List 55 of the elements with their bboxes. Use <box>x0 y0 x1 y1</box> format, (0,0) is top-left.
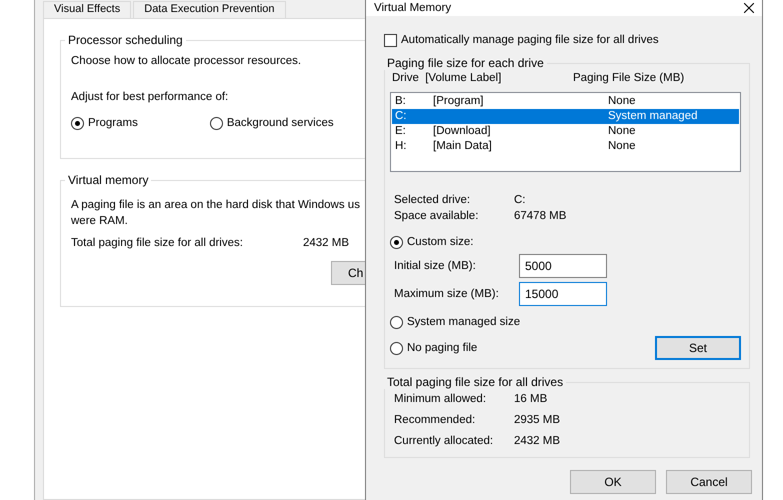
group-title: Total paging file size for all drives <box>386 375 564 389</box>
checkbox[interactable] <box>384 34 397 46</box>
total-value: 2935 MB <box>514 413 562 428</box>
info-value: C: <box>514 193 526 208</box>
total-value: 16 MB <box>514 392 548 407</box>
radio-label: Background services <box>226 116 334 131</box>
radio-option[interactable]: Custom size: <box>390 234 741 250</box>
radio-option[interactable]: No paging file <box>390 340 478 356</box>
column-header: Paging File Size (MB) <box>573 71 686 86</box>
radio-label: Custom size: <box>407 235 474 250</box>
total-label: Total paging file size for all drives: <box>71 236 244 251</box>
radio-icon[interactable] <box>390 342 403 354</box>
group-title: Processor scheduling <box>67 33 184 47</box>
radio-label: System managed size <box>407 315 520 330</box>
total-value: 2432 MB <box>303 236 350 251</box>
radio-label: Programs <box>88 116 138 131</box>
size-field[interactable]: 5000 <box>519 254 607 278</box>
info-label: Selected drive: <box>394 193 472 208</box>
total-label: Minimum allowed: <box>394 392 488 407</box>
description-text: A paging file is an area on the hard disk that Windows us <box>71 198 361 213</box>
checkbox-label: Automatically manage paging file size for all drives <box>401 33 659 48</box>
dialog-button[interactable]: OK <box>570 470 656 494</box>
field-label: Initial size (MB): <box>394 259 477 274</box>
tab[interactable]: Visual Effects <box>43 1 132 18</box>
radio-label: No paging file <box>407 341 478 356</box>
description-text: were RAM. <box>71 214 129 229</box>
radio-icon[interactable] <box>71 116 84 130</box>
total-label: Recommended: <box>394 413 476 428</box>
column-header: Drive [Volume Label] <box>392 71 502 86</box>
checkbox-option[interactable]: Automatically manage paging file size for all drives <box>384 32 750 48</box>
info-label: Space available: <box>394 209 480 224</box>
description-text: Choose how to allocate processor resources. <box>71 54 302 69</box>
radio-option[interactable]: Programs <box>71 115 138 131</box>
adjust-label: Adjust for best performance of: <box>71 90 230 105</box>
field-label: Maximum size (MB): <box>394 287 500 302</box>
radio-icon[interactable] <box>390 236 403 248</box>
group-title: Paging file size for each drive <box>386 56 545 70</box>
set-button[interactable]: Set <box>655 336 741 360</box>
window-title: Virtual Memory <box>374 1 452 16</box>
radio-icon[interactable] <box>210 116 223 130</box>
drive-row[interactable]: C: System managed <box>392 109 739 124</box>
drive-row[interactable]: E: [Download] None <box>392 124 739 139</box>
group-title: Virtual memory <box>67 173 150 187</box>
drive-row[interactable]: H: [Main Data] None <box>392 139 739 154</box>
tab[interactable]: Data Execution Prevention <box>133 1 286 18</box>
dialog-button[interactable]: Cancel <box>666 470 752 494</box>
size-field[interactable]: 15000 <box>519 282 607 306</box>
total-value: 2432 MB <box>514 434 562 449</box>
radio-icon[interactable] <box>390 316 403 328</box>
radio-option[interactable]: System managed size <box>390 314 741 330</box>
radio-option[interactable]: Background services <box>210 115 334 131</box>
close-icon[interactable] <box>744 3 754 13</box>
drive-row[interactable]: B: [Program] None <box>392 94 739 109</box>
total-label: Currently allocated: <box>394 434 494 449</box>
info-value: 67478 MB <box>514 209 568 224</box>
